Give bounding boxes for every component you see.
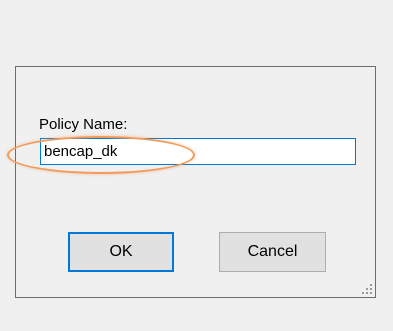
- ok-button[interactable]: OK: [68, 232, 174, 272]
- policy-name-dialog: Policy Name: OK Cancel: [7, 66, 376, 298]
- resize-grip-icon[interactable]: [361, 283, 373, 295]
- policy-name-label: Policy Name:: [39, 116, 128, 133]
- policy-name-input[interactable]: [40, 138, 356, 165]
- screen: Policy Name: OK Cancel: [0, 0, 393, 331]
- cancel-button[interactable]: Cancel: [219, 232, 326, 272]
